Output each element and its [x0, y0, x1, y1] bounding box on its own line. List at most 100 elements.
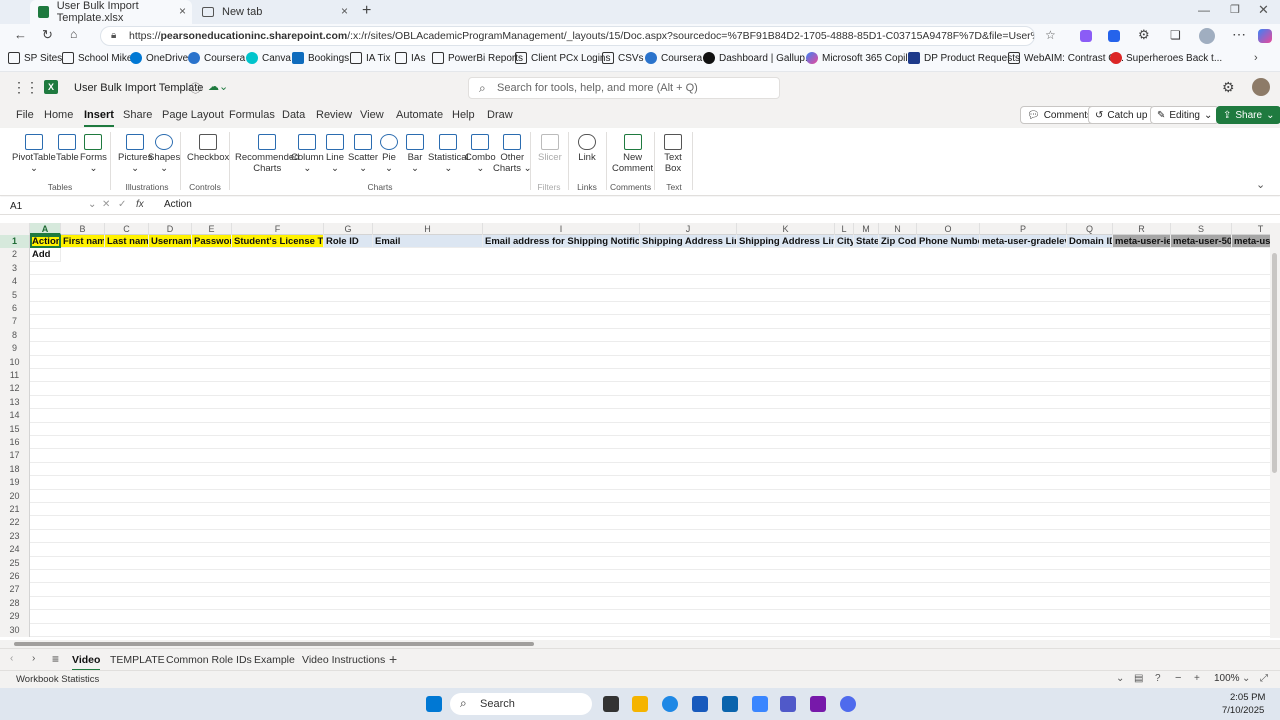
column-header[interactable]: S [1171, 223, 1232, 235]
header-cell[interactable]: Role ID [324, 235, 373, 249]
header-cell[interactable]: meta-user-gradelevel [980, 235, 1067, 249]
name-box-dropdown-icon[interactable]: ⌄ [88, 199, 96, 210]
enter-icon[interactable]: ✓ [118, 199, 126, 210]
header-cell[interactable]: State [854, 235, 879, 249]
favorite-item[interactable]: Dashboard | Gallup... [703, 52, 813, 64]
settings-gear-icon[interactable]: ⚙ [1222, 79, 1235, 96]
menu-home[interactable]: Home [44, 109, 73, 121]
vertical-scroll-thumb[interactable] [1272, 253, 1277, 473]
name-box[interactable]: A1 [6, 198, 86, 214]
row-header[interactable]: 9 [0, 342, 30, 356]
favorite-item[interactable]: Bookings [292, 52, 349, 64]
ribbon-collapse-icon[interactable]: ⌄ [1256, 178, 1265, 191]
menu-view[interactable]: View [360, 109, 384, 121]
teams-icon[interactable] [780, 696, 796, 712]
settings-icon[interactable] [840, 696, 856, 712]
menu-data[interactable]: Data [282, 109, 305, 121]
bar-chart-button[interactable]: Bar ⌄ [406, 134, 424, 174]
shapes-button[interactable]: Shapes ⌄ [148, 134, 180, 174]
help-icon[interactable]: ? [1155, 673, 1161, 684]
favorite-item[interactable]: IAs [395, 52, 425, 64]
favorite-item[interactable]: Coursera [188, 52, 245, 64]
menu-automate[interactable]: Automate [396, 109, 443, 121]
sheet-tab-video[interactable]: Video [72, 654, 101, 671]
taskbar-search[interactable]: ⌕ Search [450, 693, 592, 715]
column-header[interactable]: M [854, 223, 879, 235]
menu-file[interactable]: File [16, 109, 34, 121]
close-window-icon[interactable]: ✕ [1258, 2, 1269, 18]
profile-avatar[interactable] [1199, 28, 1215, 44]
slicer-button[interactable]: Slicer [538, 134, 562, 163]
table-button[interactable]: Table [56, 134, 79, 163]
row-header[interactable]: 15 [0, 422, 30, 436]
favorite-item[interactable]: OneDrive [130, 52, 188, 64]
row-header[interactable]: 1 [0, 235, 30, 249]
row-header[interactable]: 28 [0, 596, 30, 611]
row-header[interactable]: 5 [0, 288, 30, 302]
column-header[interactable]: D [149, 223, 192, 235]
column-header[interactable]: E [192, 223, 232, 235]
column-chart-button[interactable]: Column ⌄ [291, 134, 324, 174]
column-header[interactable]: R [1113, 223, 1171, 235]
column-header[interactable]: A [30, 223, 61, 235]
zoom-level[interactable]: 100% [1214, 673, 1240, 684]
menu-help[interactable]: Help [452, 109, 475, 121]
row-header[interactable]: 22 [0, 516, 30, 530]
column-header[interactable]: Q [1067, 223, 1113, 235]
row-header[interactable]: 14 [0, 409, 30, 423]
favorite-item[interactable]: School Mike [62, 52, 132, 64]
collections-icon[interactable]: ❏ [1170, 28, 1181, 42]
copilot-icon[interactable] [1258, 29, 1272, 43]
new-comment-button[interactable]: New Comment [612, 134, 653, 174]
favorite-item[interactable]: Coursera [645, 52, 702, 64]
extension-icon[interactable] [1080, 30, 1092, 42]
header-cell[interactable]: meta-user-iep [1113, 235, 1171, 249]
url-field[interactable]: 🔒︎ https://pearsoneducationinc.sharepoin… [100, 26, 1035, 46]
pie-chart-button[interactable]: Pie ⌄ [380, 134, 398, 174]
header-cell[interactable]: Student's License Type [232, 235, 324, 249]
row-header[interactable]: 4 [0, 275, 30, 289]
cell-a1[interactable]: Action [30, 235, 61, 249]
column-header[interactable]: T [1232, 223, 1270, 235]
home-icon[interactable]: ⌂ [70, 27, 77, 41]
menu-draw[interactable]: Draw [487, 109, 513, 121]
row-header[interactable]: 27 [0, 583, 30, 597]
translate-icon[interactable] [1108, 30, 1120, 42]
favorite-item[interactable]: PowerBi Reports [432, 52, 523, 64]
checkbox-button[interactable]: Checkbox [187, 134, 229, 163]
row-header[interactable]: 18 [0, 462, 30, 477]
statistical-chart-button[interactable]: Statistical ⌄ [428, 134, 469, 174]
column-header[interactable]: P [980, 223, 1067, 235]
sheet-tab-example[interactable]: Example [254, 654, 295, 666]
header-cell[interactable]: Email address for Shipping Notification [483, 235, 640, 249]
sheet-tab-video-instructions[interactable]: Video Instructions [302, 654, 385, 666]
row-header[interactable]: 10 [0, 355, 30, 369]
row-header[interactable]: 20 [0, 489, 30, 503]
favorite-item[interactable]: Microsoft 365 Copil... [806, 52, 916, 64]
header-cell[interactable]: Shipping Address Line 2 [737, 235, 835, 249]
combo-chart-button[interactable]: Combo ⌄ [465, 134, 496, 174]
browser-tab-new[interactable]: New tab × [194, 0, 354, 24]
link-button[interactable]: Link [578, 134, 596, 163]
header-cell[interactable]: Email [373, 235, 483, 249]
header-cell[interactable]: Domain ID [1067, 235, 1113, 249]
minimize-icon[interactable]: — [1198, 3, 1210, 17]
header-cell[interactable]: meta-user-504 [1171, 235, 1232, 249]
forms-button[interactable]: Forms ⌄ [80, 134, 107, 174]
column-header[interactable]: F [232, 223, 324, 235]
column-header[interactable]: O [917, 223, 980, 235]
header-cell[interactable]: City [835, 235, 854, 249]
scatter-chart-button[interactable]: Scatter ⌄ [348, 134, 378, 174]
row-header[interactable]: 16 [0, 436, 30, 450]
word-icon[interactable] [692, 696, 708, 712]
row-header[interactable]: 25 [0, 556, 30, 570]
column-header[interactable]: C [105, 223, 149, 235]
file-explorer-icon[interactable] [632, 696, 648, 712]
select-all-corner[interactable] [0, 223, 30, 235]
favorite-item[interactable]: DP Product Requests [908, 52, 1020, 64]
user-avatar[interactable] [1252, 78, 1270, 96]
sheet-tab-common-role-ids[interactable]: Common Role IDs [166, 654, 252, 666]
cancel-icon[interactable]: ✕ [102, 199, 110, 210]
column-header[interactable]: N [879, 223, 917, 235]
clock-date[interactable]: 7/10/2025 [1222, 705, 1264, 716]
